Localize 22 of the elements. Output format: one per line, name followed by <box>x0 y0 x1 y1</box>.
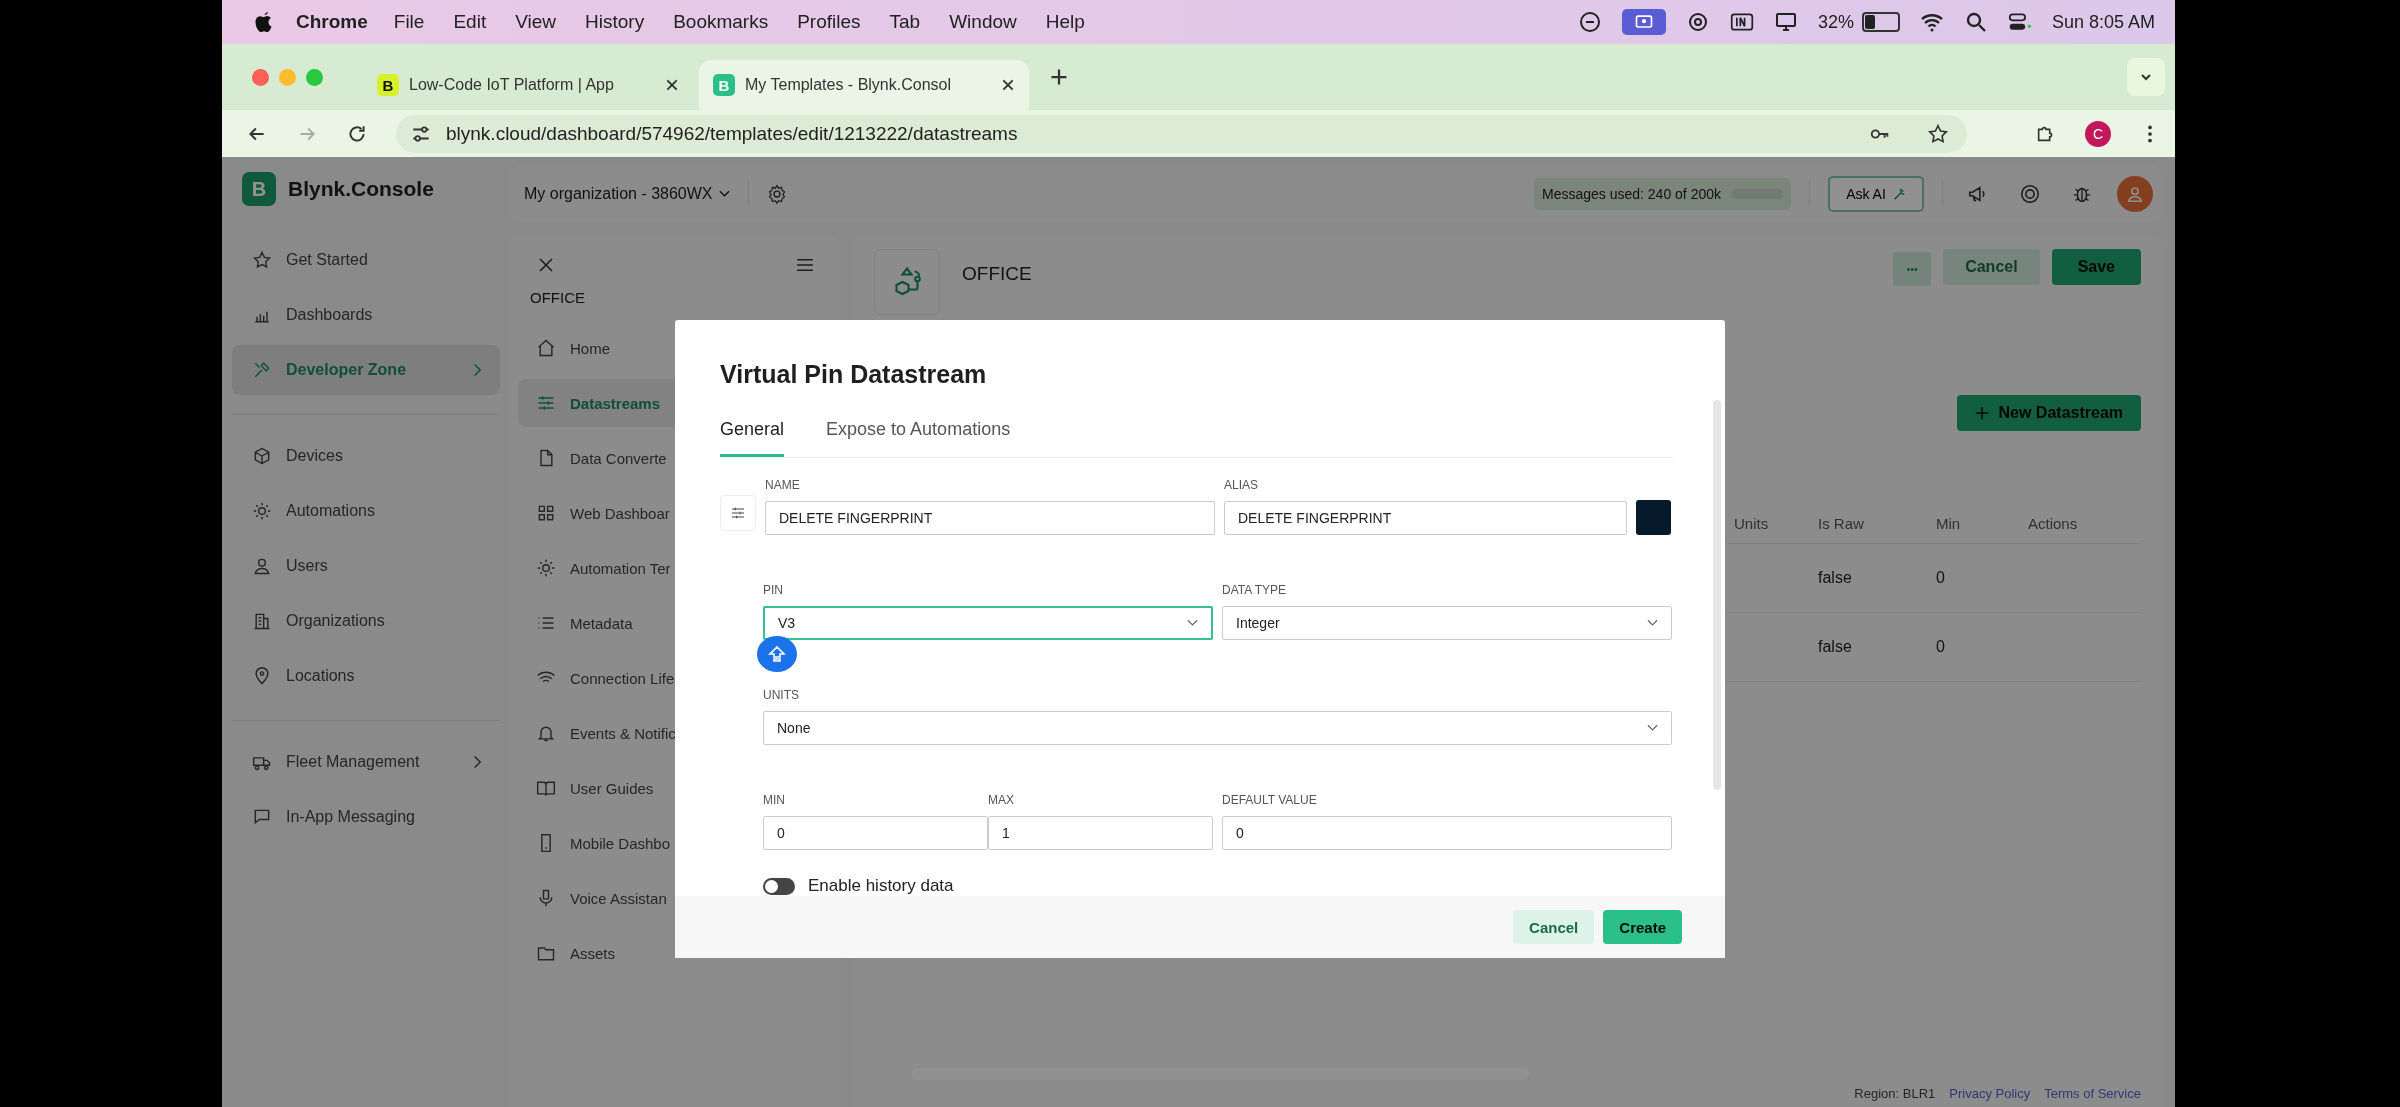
field-label: MAX <box>988 793 1015 807</box>
table-cell-text: 0 <box>1936 569 1946 587</box>
toggle-label: Enable history data <box>808 876 954 896</box>
field-label: DATA TYPE <box>1222 583 1288 597</box>
battery-percent: 32% <box>1817 11 1854 33</box>
template-title: OFFICE <box>962 263 1032 285</box>
table-cell-text: false <box>1818 569 1853 587</box>
table-cell-text: false <box>1818 638 1853 656</box>
field-label: ALIAS <box>1224 478 1260 492</box>
messages-used-text: Messages used: 240 of 200k <box>1542 186 1721 202</box>
region-label: Region: BLR1 <box>1854 1086 1936 1101</box>
field-label: PIN <box>763 583 784 597</box>
field-label: MIN <box>763 793 786 807</box>
template-name: OFFICE <box>530 289 586 306</box>
field-label: UNITS <box>763 688 800 702</box>
field-label: DEFAULT VALUE <box>1222 793 1318 807</box>
table-cell-text: 0 <box>1936 638 1946 656</box>
dialog-title: Virtual Pin Datastream <box>720 360 988 389</box>
favicon: B <box>377 74 399 96</box>
brand-name: Blynk.Console <box>288 177 434 201</box>
field-label: NAME <box>765 478 801 492</box>
favicon: B <box>713 74 735 96</box>
